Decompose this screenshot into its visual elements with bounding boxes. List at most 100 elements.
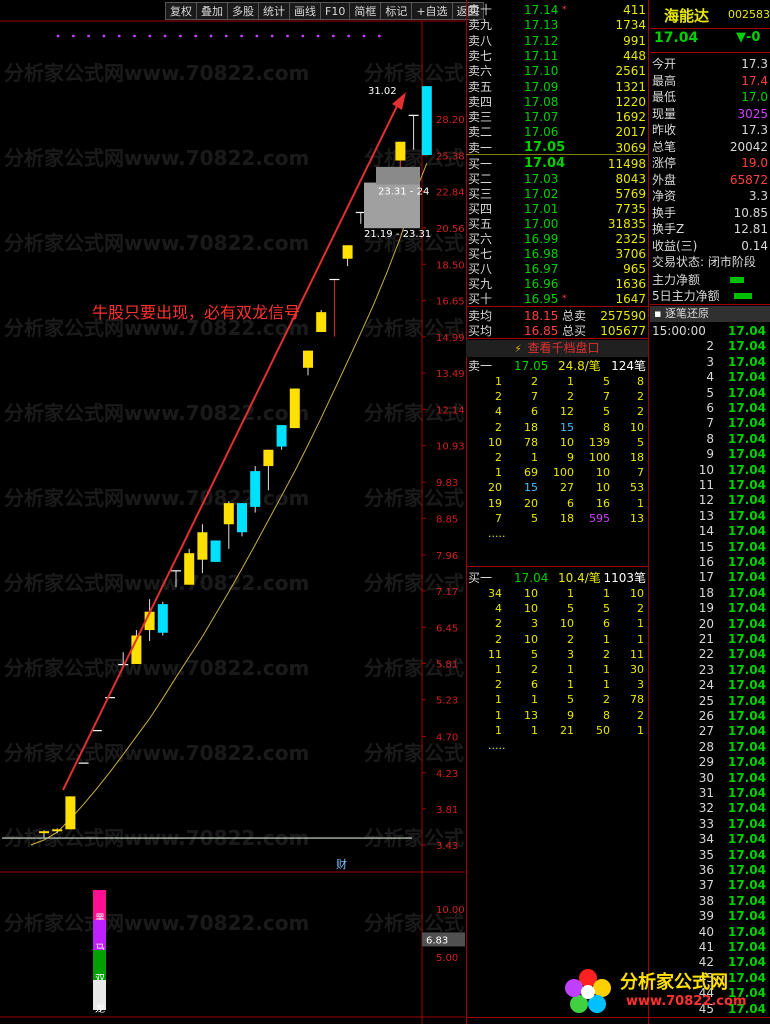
candle-body	[223, 503, 234, 525]
tick-row[interactable]: 38 17.04	[650, 894, 770, 909]
queue-cell: 6	[567, 496, 574, 510]
tick-price: 17.04	[728, 909, 766, 924]
add-watchlist-button[interactable]: +自选	[411, 2, 453, 20]
sell-level-row[interactable]: 卖二 17.06 2017	[466, 124, 648, 140]
tick-row[interactable]: 34 17.04	[650, 832, 770, 847]
tick-row[interactable]: 9 17.04	[650, 447, 770, 462]
tick-row[interactable]: 6 17.04	[650, 401, 770, 416]
buy-level-row[interactable]: 买三 17.02 5769	[466, 186, 648, 202]
tick-row[interactable]: 10 17.04	[650, 463, 770, 478]
tick-row[interactable]: 16 17.04	[650, 555, 770, 570]
marker-dot	[362, 34, 366, 38]
view-1000-level-button[interactable]: ⚡ 查看千档盘口	[466, 340, 648, 357]
tick-row[interactable]: 20 17.04	[650, 617, 770, 632]
quote-info-row: 换手Z 12.81	[650, 222, 770, 237]
tick-price: 17.04	[728, 493, 766, 508]
draw-line-button[interactable]: 画线	[289, 2, 321, 20]
tick-row[interactable]: 36 17.04	[650, 863, 770, 878]
buy-level-row[interactable]: 买六 16.99 2325	[466, 231, 648, 247]
tick-row[interactable]: 15:00:00 17.04	[650, 324, 770, 339]
fuquan-button[interactable]: 复权	[165, 2, 197, 20]
info-value: 17.0	[741, 90, 768, 104]
mark-button[interactable]: 标记	[380, 2, 413, 20]
tick-row[interactable]: 25 17.04	[650, 694, 770, 709]
candle-body	[157, 604, 168, 633]
tick-row[interactable]: 37 17.04	[650, 878, 770, 893]
level-volume: 448	[623, 48, 646, 63]
tick-row[interactable]: 12 17.04	[650, 493, 770, 508]
tick-row[interactable]: 2 17.04	[650, 339, 770, 354]
level-price: 17.11	[524, 48, 559, 63]
tick-row[interactable]: 24 17.04	[650, 678, 770, 693]
tick-row[interactable]: 8 17.04	[650, 432, 770, 447]
stats-button[interactable]: 统计	[258, 2, 290, 20]
tick-row[interactable]: 7 17.04	[650, 416, 770, 431]
overlay-button[interactable]: 叠加	[196, 2, 228, 20]
buy-level-row[interactable]: 买九 16.96 1636	[466, 276, 648, 292]
kline-chart[interactable]: 分析家公式网www.70822.com 分析家公式网www.70822.com 分析…	[0, 0, 465, 1024]
tick-row[interactable]: 41 17.04	[650, 940, 770, 955]
tick-row[interactable]: 22 17.04	[650, 647, 770, 662]
tick-row[interactable]: 23 17.04	[650, 663, 770, 678]
tick-row[interactable]: 18 17.04	[650, 586, 770, 601]
tick-restore-header[interactable]: ▪ 逐笔还原	[650, 306, 770, 322]
tick-row[interactable]: 21 17.04	[650, 632, 770, 647]
tick-row[interactable]: 33 17.04	[650, 817, 770, 832]
tick-index: 25	[698, 693, 714, 708]
tick-label: 20.56	[436, 224, 465, 235]
simple-frame-button[interactable]: 简框	[349, 2, 382, 20]
tick-row[interactable]: 4 17.04	[650, 370, 770, 385]
tick-index: 17	[698, 570, 714, 585]
annotation-text: 牛股只要出现，必有双龙信号	[92, 303, 300, 322]
f10-button[interactable]: F10	[320, 2, 351, 20]
tick-index: 10	[698, 462, 714, 477]
stock-code: 002583	[728, 8, 770, 21]
tick-row[interactable]: 5 17.04	[650, 386, 770, 401]
main-flow-row: 主力净额	[650, 273, 770, 288]
buy-level-row[interactable]: 买七 16.98 3706	[466, 246, 648, 262]
tick-row[interactable]: 30 17.04	[650, 771, 770, 786]
sell-level-row[interactable]: 卖六 17.10 2561	[466, 63, 648, 79]
box-top-label: 23.31 - 24	[378, 187, 429, 198]
tick-label: 3.81	[436, 805, 458, 816]
tick-row[interactable]: 11 17.04	[650, 478, 770, 493]
tick-row[interactable]: 27 17.04	[650, 724, 770, 739]
multi-stock-button[interactable]: 多股	[227, 2, 259, 20]
sell-level-row[interactable]: 卖十 17.14 * 411	[466, 2, 648, 18]
tick-row[interactable]: 3 17.04	[650, 355, 770, 370]
tick-row[interactable]: 39 17.04	[650, 909, 770, 924]
queue-cell: 1	[495, 708, 502, 722]
buy-level-row[interactable]: 买十 16.95 * 1647	[466, 291, 648, 307]
buy-level-row[interactable]: 买五 17.00 31835	[466, 216, 648, 232]
tick-row[interactable]: 13 17.04	[650, 509, 770, 524]
tick-row[interactable]: 15 17.04	[650, 540, 770, 555]
sell-level-row[interactable]: 卖七 17.11 448	[466, 48, 648, 64]
tick-row[interactable]: 17 17.04	[650, 570, 770, 585]
watermark-text: 分析家公式网www.70822.com	[4, 401, 309, 425]
buy-level-row[interactable]: 买二 17.03 8043	[466, 171, 648, 187]
tick-row[interactable]: 19 17.04	[650, 601, 770, 616]
tick-row[interactable]: 40 17.04	[650, 925, 770, 940]
sell-level-row[interactable]: 卖九 17.13 1734	[466, 17, 648, 33]
buy-level-row[interactable]: 买八 16.97 965	[466, 261, 648, 277]
tick-row[interactable]: 31 17.04	[650, 786, 770, 801]
queue-cell: 1	[495, 693, 502, 707]
queue-cell: 16	[596, 496, 610, 510]
tick-row[interactable]: 32 17.04	[650, 801, 770, 816]
total-label: 总买	[562, 324, 587, 338]
sell-level-row[interactable]: 卖五 17.09 1321	[466, 79, 648, 95]
sell-level-row[interactable]: 卖三 17.07 1692	[466, 109, 648, 125]
queue-cell: 1	[495, 723, 502, 737]
tick-row[interactable]: 35 17.04	[650, 848, 770, 863]
sell-level-row[interactable]: 卖四 17.08 1220	[466, 94, 648, 110]
buy-level-row[interactable]: 买一 17.04 11498	[466, 156, 648, 172]
tick-row[interactable]: 26 17.04	[650, 709, 770, 724]
tick-row[interactable]: 28 17.04	[650, 740, 770, 755]
level-volume: 31835	[607, 217, 646, 231]
tick-index: 13	[698, 508, 714, 523]
tick-row[interactable]: 14 17.04	[650, 524, 770, 539]
tick-row[interactable]: 29 17.04	[650, 755, 770, 770]
queue-cell: 8	[637, 375, 644, 388]
buy-level-row[interactable]: 买四 17.01 7735	[466, 201, 648, 217]
sell-level-row[interactable]: 卖八 17.12 991	[466, 33, 648, 49]
